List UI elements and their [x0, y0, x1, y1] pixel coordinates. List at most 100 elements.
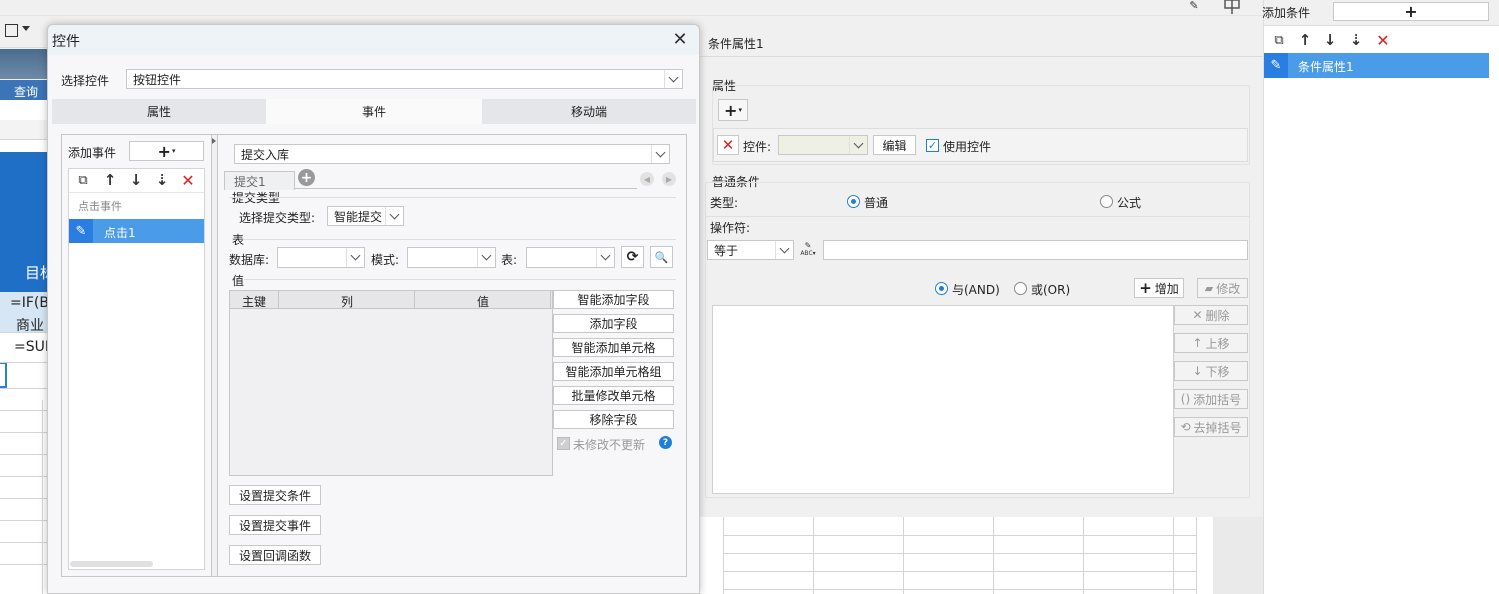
tab-mobile[interactable]: 移动端	[482, 99, 696, 124]
chevron-down-icon	[668, 72, 679, 82]
value-table[interactable]	[229, 290, 553, 476]
add-condition-plus-button[interactable]: +	[1333, 2, 1489, 21]
operator-select[interactable]: 等于	[707, 240, 794, 260]
control-select[interactable]	[778, 135, 868, 155]
action-select[interactable]: 提交入库	[234, 144, 670, 164]
table-label: 表:	[501, 253, 518, 267]
copy-icon[interactable]: ⧉	[74, 171, 92, 189]
smart-add-field-button[interactable]: 智能添加字段	[553, 290, 674, 309]
arrow-up-icon[interactable]: ↑	[101, 171, 119, 189]
refresh-button[interactable]: ⟳	[621, 246, 644, 268]
tab-events[interactable]: 事件	[266, 99, 482, 124]
add-field-button[interactable]: 添加字段	[553, 314, 674, 333]
layout-icon[interactable]	[1223, 0, 1241, 14]
add-attr-button[interactable]: + ▾	[718, 99, 748, 121]
dialog-titlebar[interactable]	[48, 25, 699, 55]
sort-icon[interactable]: ⇣	[152, 171, 172, 189]
sort-icon[interactable]: ⇣	[1346, 31, 1366, 49]
operator-value: 等于	[714, 243, 739, 258]
set-callback-button[interactable]: 设置回调函数	[229, 545, 321, 565]
type-normal-label: 普通	[864, 196, 889, 210]
add-event-button[interactable]: + ▾	[129, 141, 204, 161]
next-tab-icon[interactable]: ▶	[662, 172, 676, 186]
edit-button[interactable]: 编辑	[873, 135, 916, 155]
delete-icon: ✕	[721, 136, 735, 154]
remove-bracket-button[interactable]: ⟲ 去掉括号	[1174, 417, 1248, 437]
border-dropdown-icon[interactable]	[5, 24, 18, 37]
subtab-baseline	[295, 188, 637, 189]
or-radio[interactable]	[1014, 282, 1027, 295]
move-up-button[interactable]: ↑ 上移	[1174, 333, 1248, 353]
arrow-down-icon: ↓	[1192, 364, 1203, 378]
type-normal-radio[interactable]	[847, 195, 860, 208]
chevron-down-icon	[779, 243, 790, 253]
db-select[interactable]	[277, 247, 365, 268]
table-select[interactable]	[526, 247, 615, 268]
prev-tab-icon[interactable]: ◀	[640, 172, 654, 186]
bg-sheet-vline	[42, 400, 43, 594]
add-event-label: 添加事件	[68, 146, 117, 160]
bg-formula-text-1: =IF(B	[10, 295, 49, 311]
smart-add-cell-button[interactable]: 智能添加单元格	[553, 338, 674, 357]
col-header-key[interactable]: 主键	[242, 293, 266, 310]
bracket-icon: ()	[1180, 392, 1191, 406]
refresh-icon: ⟳	[626, 249, 639, 265]
use-control-checkbox[interactable]: ✓	[926, 139, 939, 152]
type-formula-radio[interactable]	[1100, 195, 1113, 208]
type-formula-label: 公式	[1117, 196, 1142, 210]
copy-icon[interactable]: ⧉	[1270, 31, 1288, 49]
tab-attributes[interactable]: 属性	[52, 99, 266, 124]
submit-type-label: 选择提交类型:	[239, 211, 316, 225]
preview-table-button[interactable]: 🔍	[650, 246, 673, 268]
no-update-label: 未修改不更新	[573, 438, 646, 452]
col-header-value[interactable]: 值	[477, 293, 489, 310]
event-list-scrollbar[interactable]	[70, 561, 153, 567]
col-header-column[interactable]: 列	[341, 293, 353, 310]
select-control-combo[interactable]: 按钮控件	[126, 69, 683, 89]
smart-add-cell-group-button[interactable]: 智能添加单元格组	[553, 362, 674, 381]
query-button[interactable]: 查询	[14, 83, 38, 100]
add-bracket-button[interactable]: () 添加括号	[1174, 389, 1248, 409]
chevron-down-icon	[389, 209, 400, 219]
and-label: 与(AND)	[952, 283, 1000, 297]
delete-condition-button[interactable]: ✕ 删除	[1174, 305, 1248, 325]
value-type-icon[interactable]: ✎ ABC▾	[797, 240, 819, 260]
remove-control-button[interactable]: ✕	[717, 135, 739, 155]
move-down-button[interactable]: ↓ 下移	[1174, 361, 1248, 381]
arrow-down-icon[interactable]: ↓	[1321, 31, 1339, 49]
chevron-down-icon	[853, 138, 864, 148]
batch-edit-cell-button[interactable]: 批量修改单元格	[553, 386, 674, 405]
add-subtab-icon[interactable]: +	[298, 169, 315, 186]
close-icon[interactable]: ✕	[669, 29, 691, 50]
pencil-icon: ✎	[1270, 57, 1282, 73]
add-condition-label: 添加条件	[1262, 6, 1311, 20]
set-submit-event-button[interactable]: 设置提交事件	[229, 515, 321, 535]
submit-type-select[interactable]: 智能提交	[327, 206, 404, 226]
plus-icon: +	[1139, 279, 1152, 297]
no-update-checkbox[interactable]: ✓	[557, 437, 570, 450]
delete-icon[interactable]: ✕	[179, 171, 197, 190]
submit-type-value: 智能提交	[334, 209, 383, 224]
condition-list[interactable]	[712, 305, 1174, 494]
splitter-arrow-icon	[212, 138, 216, 144]
arrow-down-icon[interactable]: ↓	[127, 171, 145, 189]
chevron-down-icon[interactable]	[22, 26, 30, 31]
chevron-down-icon	[481, 250, 492, 261]
schema-select[interactable]	[407, 247, 496, 268]
pencil-icon: ✎	[75, 223, 87, 239]
delete-icon[interactable]: ✕	[1374, 31, 1392, 50]
help-icon[interactable]: ?	[659, 436, 672, 449]
dialog-title: 控件	[52, 34, 80, 50]
table-section-divider	[244, 239, 676, 240]
bg-selected-cell[interactable]	[0, 362, 7, 388]
and-radio[interactable]	[935, 282, 948, 295]
subtab-submit1[interactable]: 提交1	[224, 171, 295, 190]
format-painter-icon[interactable]: ✎	[1186, 0, 1202, 12]
splitter-handle[interactable]	[212, 135, 218, 576]
set-submit-condition-button[interactable]: 设置提交条件	[229, 485, 321, 505]
operator-value-input[interactable]	[823, 240, 1248, 260]
arrow-up-icon[interactable]: ↑	[1296, 31, 1314, 49]
add-condition-button[interactable]: + 增加	[1134, 278, 1184, 298]
remove-field-button[interactable]: 移除字段	[553, 410, 674, 429]
modify-condition-button[interactable]: ▰ 修改	[1197, 278, 1248, 298]
